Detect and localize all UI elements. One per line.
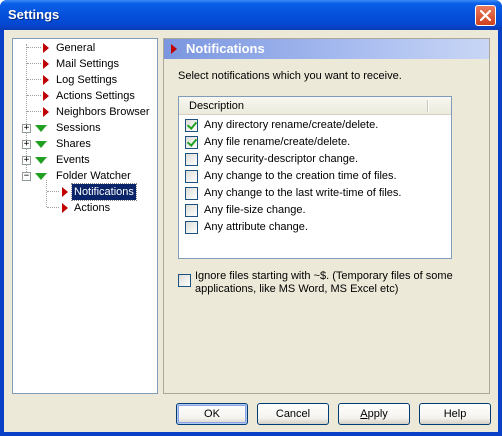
checkbox-file-size[interactable] [185,204,198,217]
tree-item-label: Log Settings [56,74,118,86]
checkbox-creation-time[interactable] [185,170,198,183]
list-item-label: Any change to the last write-time of fil… [204,187,402,199]
window-title: Settings [8,7,60,22]
settings-tree[interactable]: General Mail Settings Log Settings Actio… [12,38,158,394]
tree-item-general[interactable]: General [13,40,157,56]
ignore-temp-files-label: Ignore files starting with ~$. (Temporar… [195,270,453,295]
red-arrow-icon [62,203,68,213]
list-item-label: Any file-size change. [204,204,306,216]
close-icon [480,10,491,21]
list-item-label: Any directory rename/create/delete. [204,119,379,131]
panel-header: Notifications [164,39,489,59]
tree-item-folder-watcher[interactable]: − Folder Watcher [13,168,157,184]
tree-item-neighbors-browser[interactable]: Neighbors Browser [13,104,157,120]
checkbox-file-change[interactable] [185,136,198,149]
checkbox-attribute-change[interactable] [185,221,198,234]
expand-icon[interactable]: + [22,140,31,149]
expand-icon[interactable]: + [22,156,31,165]
tree-item-label: Neighbors Browser [56,106,150,118]
expand-icon[interactable]: + [22,124,31,133]
ok-button[interactable]: OK [176,403,248,425]
tree-item-log-settings[interactable]: Log Settings [13,72,157,88]
close-button[interactable] [475,5,496,26]
tree-item-label: Mail Settings [56,58,119,70]
cancel-button[interactable]: Cancel [257,403,329,425]
ok-label: OK [204,408,220,420]
red-arrow-icon [62,187,68,197]
tree-item-label: General [56,42,96,54]
tree-item-label: Sessions [56,122,101,134]
green-arrow-icon [35,157,47,164]
tree-item-label: Shares [56,138,91,150]
tree-item-actions-settings[interactable]: Actions Settings [13,88,157,104]
green-arrow-icon [35,173,47,180]
green-arrow-icon [35,141,47,148]
apply-label-mnemonic: A [360,408,368,420]
checkbox-ignore-temp-files[interactable] [178,274,191,287]
apply-button[interactable]: Apply [338,403,410,425]
red-arrow-icon [43,75,49,85]
cancel-label: Cancel [275,408,311,420]
list-item-label: Any change to the creation time of files… [204,170,397,182]
tree-item-label: Folder Watcher [56,170,131,182]
apply-label: Apply [360,408,388,420]
red-arrow-icon [171,44,177,54]
red-arrow-icon [43,91,49,101]
list-item-label: Any security-descriptor change. [204,153,359,165]
apply-label-post: pply [367,408,388,420]
red-arrow-icon [43,59,49,69]
checkbox-last-write-time[interactable] [185,187,198,200]
red-arrow-icon [43,107,49,117]
tree-item-actions[interactable]: Actions [13,200,157,216]
list-item-label: Any file rename/create/delete. [204,136,351,148]
column-description[interactable]: Description [189,100,244,112]
notifications-panel: Notifications Select notifications which… [163,38,490,394]
checkbox-directory-change[interactable] [185,119,198,132]
collapse-icon[interactable]: − [22,172,31,181]
help-label: Help [443,408,467,420]
green-arrow-icon [35,125,47,132]
tree-item-label: Notifications [71,183,137,201]
checkbox-security-descriptor[interactable] [185,153,198,166]
instructions-text: Select notifications which you want to r… [178,70,402,82]
tree-item-label: Actions [74,202,111,214]
tree-item-sessions[interactable]: + Sessions [13,120,157,136]
tree-item-label: Events [56,154,90,166]
column-separator-highlight [428,100,429,112]
settings-window: Settings General Mail Settings Log Setti… [0,0,502,436]
list-header[interactable]: Description [179,97,451,115]
panel-title: Notifications [186,41,265,56]
dialog-client: General Mail Settings Log Settings Actio… [4,30,498,432]
help-button[interactable]: Help [419,403,491,425]
tree-item-shares[interactable]: + Shares [13,136,157,152]
list-item-label: Any attribute change. [204,221,308,233]
notifications-list[interactable]: Description Any directory rename/create/… [178,96,452,259]
tree-item-notifications[interactable]: Notifications [13,183,157,201]
title-bar[interactable]: Settings [0,0,502,30]
red-arrow-icon [43,43,49,53]
tree-item-label: Actions Settings [56,90,135,102]
tree-item-mail-settings[interactable]: Mail Settings [13,56,157,72]
tree-item-events[interactable]: + Events [13,152,157,168]
